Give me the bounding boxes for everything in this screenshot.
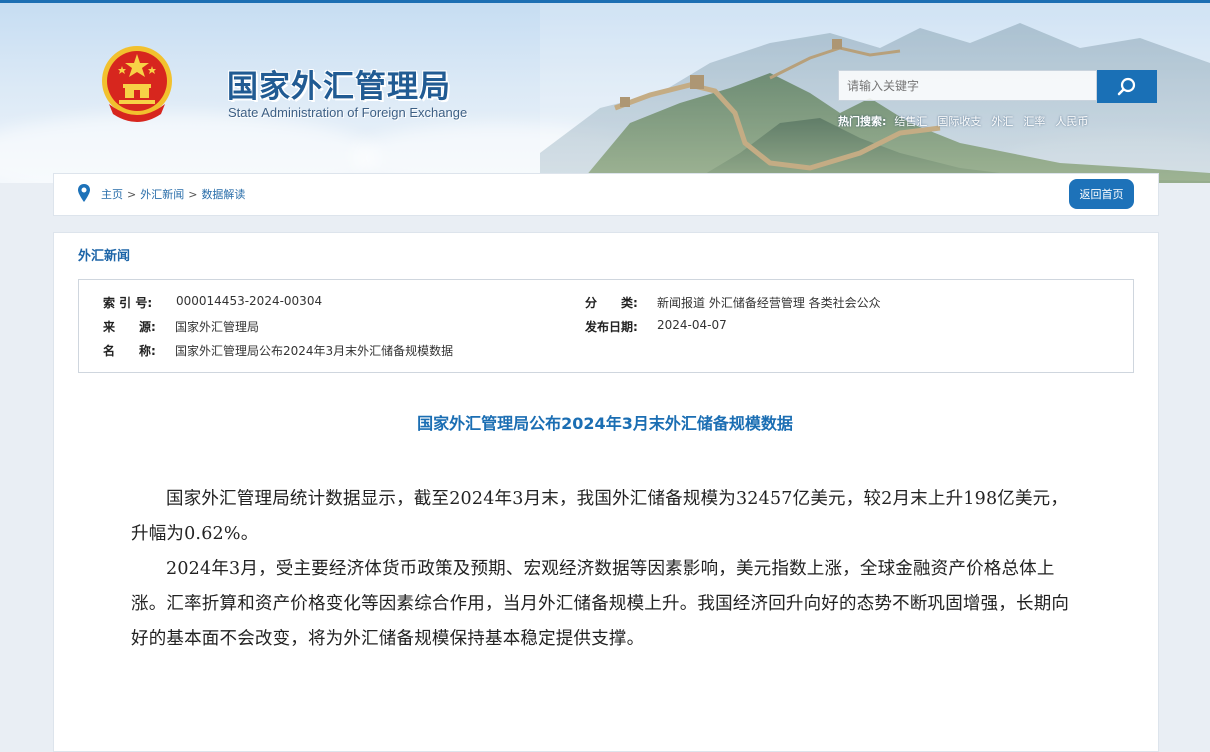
meta-source-label: 来 源: — [103, 320, 156, 334]
meta-name-value: 国家外汇管理局公布2024年3月末外汇储备规模数据 — [175, 344, 454, 358]
hot-search-item[interactable]: 国际收支 — [937, 113, 981, 129]
meta-index-value: 000014453-2024-00304 — [176, 294, 323, 308]
meta-date-label: 发布日期: — [585, 320, 638, 334]
breadcrumb-separator: > — [127, 188, 137, 201]
article-paragraph: 国家外汇管理局统计数据显示，截至2024年3月末，我国外汇储备规模为32457亿… — [131, 489, 1069, 544]
meta-index-label: 索 引 号: — [103, 296, 153, 310]
search-icon — [1117, 77, 1136, 95]
site-subtitle: State Administration of Foreign Exchange — [228, 105, 468, 120]
breadcrumb-news[interactable]: 外汇新闻 — [140, 188, 184, 201]
breadcrumb-separator: > — [188, 188, 198, 201]
hot-search-item[interactable]: 外汇 — [991, 113, 1013, 129]
search-button[interactable] — [1097, 70, 1157, 103]
location-pin-icon — [78, 184, 90, 202]
hot-search-label: 热门搜索: — [838, 115, 887, 128]
hot-search-item[interactable]: 人民币 — [1055, 113, 1088, 129]
search-input[interactable] — [838, 70, 1097, 101]
meta-date-value: 2024-04-07 — [657, 318, 727, 332]
national-emblem-icon — [102, 46, 172, 122]
article-body: 国家外汇管理局统计数据显示，截至2024年3月末，我国外汇储备规模为32457亿… — [131, 482, 1083, 657]
article-title: 国家外汇管理局公布2024年3月末外汇储备规模数据 — [417, 414, 793, 433]
site-header: 国家外汇管理局 State Administration of Foreign … — [0, 3, 1210, 183]
breadcrumb-home[interactable]: 主页 — [101, 188, 123, 201]
meta-source-value: 国家外汇管理局 — [175, 320, 260, 334]
breadcrumb-data-interpretation[interactable]: 数据解读 — [201, 188, 245, 201]
hot-search-item[interactable]: 结售汇 — [894, 113, 927, 129]
metadata-box: 索 引 号: 000014453-2024-00304 分 类: 新闻报道 外汇… — [78, 279, 1134, 373]
hot-search: 热门搜索: 结售汇 国际收支 外汇 汇率 人民币 — [838, 113, 1098, 129]
breadcrumb: 主页 > 外汇新闻 > 数据解读 — [101, 186, 245, 202]
section-title: 外汇新闻 — [78, 249, 131, 264]
meta-name-label: 名 称: — [103, 344, 156, 358]
meta-category-label: 分 类: — [585, 296, 638, 310]
meta-category-value: 新闻报道 外汇储备经营管理 各类社会公众 — [657, 296, 881, 310]
article-paragraph: 2024年3月，受主要经济体货币政策及预期、宏观经济数据等因素影响，美元指数上涨… — [131, 559, 1070, 649]
site-title: 国家外汇管理局 — [227, 69, 451, 105]
back-home-button[interactable]: 返回首页 — [1069, 179, 1134, 209]
hot-search-item[interactable]: 汇率 — [1023, 113, 1045, 129]
